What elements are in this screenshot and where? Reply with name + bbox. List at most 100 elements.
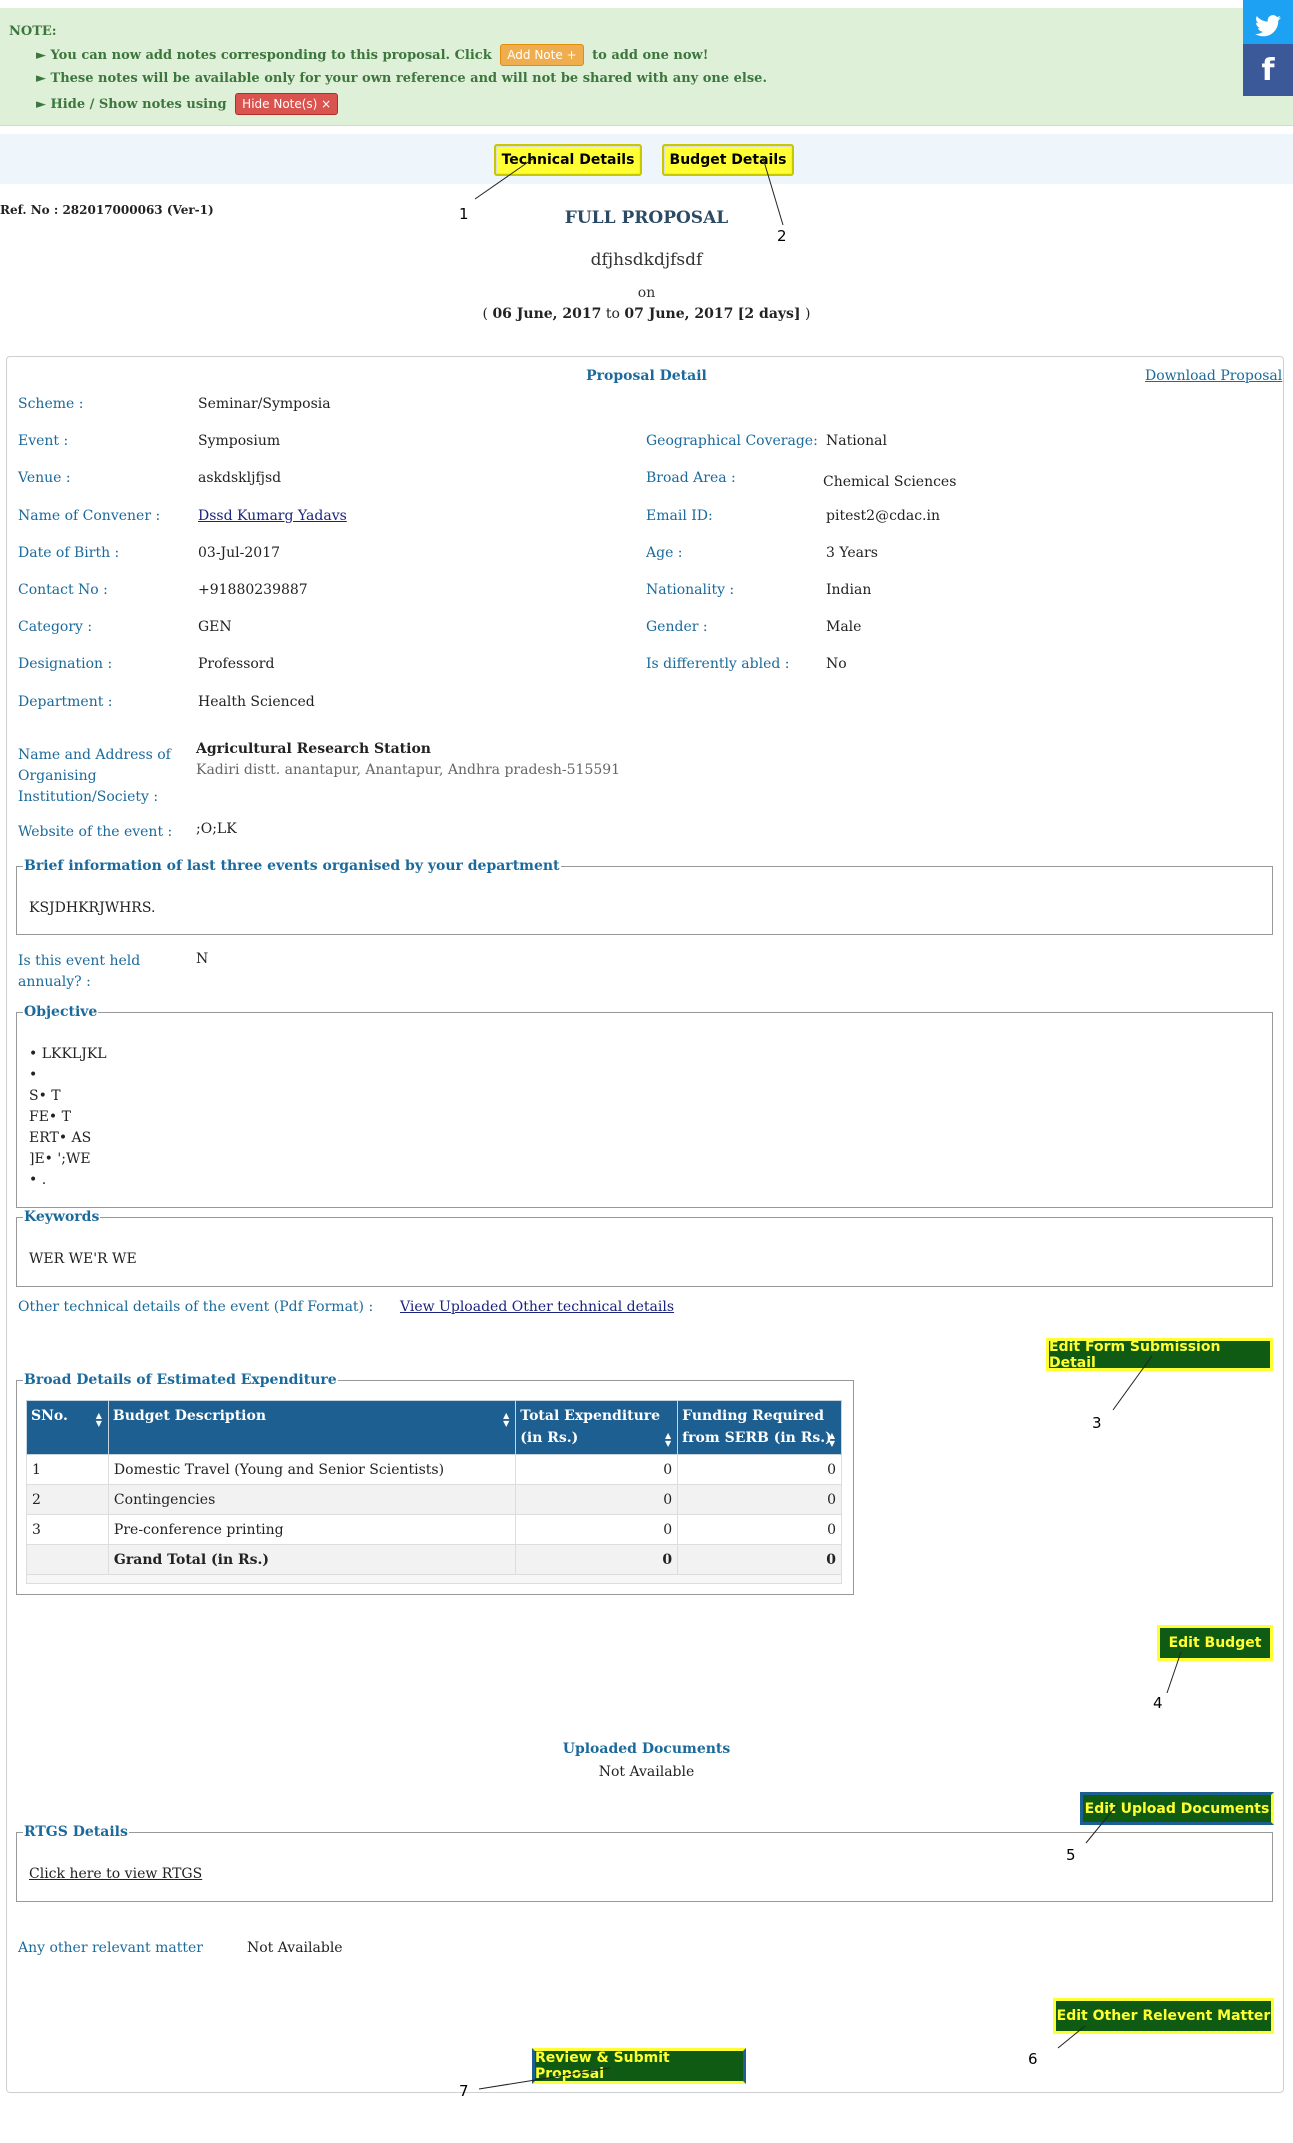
- callout-2: 2: [777, 227, 787, 245]
- table-row: 3 Pre-conference printing 0 0: [26, 1514, 842, 1545]
- hide-notes-button[interactable]: Hide Note(s) ×: [235, 93, 339, 115]
- geo-coverage-value: National: [826, 433, 887, 449]
- category-label: Category :: [18, 619, 93, 635]
- facebook-button[interactable]: f: [1243, 44, 1293, 96]
- website-value: ;O;LK: [196, 821, 237, 837]
- keywords-legend: Keywords: [24, 1209, 100, 1225]
- callout-4: 4: [1153, 1694, 1163, 1712]
- convener-label: Name of Convener :: [18, 508, 161, 524]
- objective-box: Objective • LKKLJKL • S• T FE• T ERT• AS…: [16, 1004, 1273, 1208]
- contact-label: Contact No :: [18, 582, 108, 598]
- estimated-expenditure-legend: Broad Details of Estimated Expenditure: [24, 1372, 337, 1388]
- venue-value: askdskljfjsd: [198, 470, 282, 486]
- download-proposal-link[interactable]: Download Proposal: [1145, 368, 1282, 384]
- annual-event-value: N: [196, 951, 209, 967]
- edit-form-submission-button[interactable]: Edit Form Submission Detail: [1046, 1338, 1273, 1371]
- brief-info-legend: Brief information of last three events o…: [24, 858, 560, 874]
- uploaded-documents-heading: Uploaded Documents: [562, 1741, 731, 1757]
- event-label: Event :: [18, 433, 69, 449]
- date-range: ( 06 June, 2017 to 07 June, 2017 [2 days…: [482, 306, 811, 322]
- sort-icon: ▲ ▼: [503, 1410, 510, 1428]
- other-tech-label: Other technical details of the event (Pd…: [18, 1299, 374, 1315]
- callout-6: 6: [1028, 2050, 1038, 2068]
- differently-abled-value: No: [826, 656, 847, 672]
- brief-info-text: KSJDHKRJWHRS.: [29, 900, 156, 916]
- age-value: 3 Years: [826, 545, 878, 561]
- institution-address: Kadiri distt. anantapur, Anantapur, Andh…: [196, 762, 621, 778]
- dob-value: 03-Jul-2017: [198, 545, 281, 561]
- scheme-value: Seminar/Symposia: [198, 396, 331, 412]
- table-footer-row: [26, 1574, 842, 1584]
- review-submit-button[interactable]: Review & Submit Proposal: [532, 2048, 746, 2084]
- keywords-text: WER WE'R WE: [29, 1251, 137, 1267]
- age-label: Age :: [646, 545, 683, 561]
- note-line-hide: ► Hide / Show notes using Hide Note(s) ×: [36, 93, 342, 115]
- designation-value: Professord: [198, 656, 275, 672]
- sort-icon: ▲ ▼: [665, 1430, 672, 1448]
- callout-1: 1: [459, 205, 469, 223]
- grand-total-row: Grand Total (in Rs.) 0 0: [26, 1544, 842, 1575]
- note-banner: NOTE: ► You can now add notes correspond…: [0, 8, 1293, 126]
- tab-technical-details[interactable]: Technical Details: [494, 144, 642, 176]
- nationality-value: Indian: [826, 582, 872, 598]
- contact-value: +91880239887: [198, 582, 308, 598]
- sort-icon: ▲ ▼: [828, 1430, 835, 1448]
- institution-label: Name and Address of Organising Instituti…: [18, 747, 171, 805]
- other-matter-label: Any other relevant matter: [18, 1940, 203, 1956]
- keywords-box: Keywords WER WE'R WE: [16, 1209, 1273, 1287]
- callout-5: 5: [1066, 1846, 1076, 1864]
- note-line-add: ► You can now add notes corresponding to…: [36, 44, 708, 66]
- other-matter-value: Not Available: [247, 1940, 343, 1956]
- category-value: GEN: [198, 619, 232, 635]
- geo-coverage-label: Geographical Coverage:: [646, 433, 818, 449]
- convener-name-link[interactable]: Dssd Kumarg Yadavs: [198, 508, 347, 524]
- view-rtgs-link[interactable]: Click here to view RTGS: [29, 1864, 202, 1885]
- note-title: NOTE:: [9, 24, 57, 39]
- note-line-private: ► These notes will be available only for…: [36, 71, 767, 86]
- col-funding-required[interactable]: Funding Required from SERB (in Rs.) ▲ ▼: [677, 1400, 842, 1455]
- broad-area-label: Broad Area :: [646, 470, 736, 486]
- edit-other-matter-button[interactable]: Edit Other Relevent Matter: [1053, 1998, 1274, 2034]
- callout-3: 3: [1092, 1414, 1102, 1432]
- nationality-label: Nationality :: [646, 582, 735, 598]
- dob-label: Date of Birth :: [18, 545, 120, 561]
- objective-legend: Objective: [24, 1004, 98, 1020]
- twitter-icon: [1255, 15, 1281, 37]
- email-label: Email ID:: [646, 508, 713, 524]
- col-total-expenditure[interactable]: Total Expenditure (in Rs.) ▲ ▼: [515, 1400, 679, 1455]
- event-value: Symposium: [198, 433, 281, 449]
- table-row: 2 Contingencies 0 0: [26, 1484, 842, 1515]
- department-value: Health Scienced: [198, 694, 315, 710]
- facebook-icon: f: [1261, 52, 1275, 88]
- table-row: 1 Domestic Travel (Young and Senior Scie…: [26, 1454, 842, 1485]
- differently-abled-label: Is differently abled :: [646, 656, 790, 672]
- proposal-title: dfjhsdkdjfsdf: [590, 250, 703, 270]
- on-label: on: [637, 285, 656, 301]
- tab-strip: [0, 134, 1293, 184]
- proposal-detail-heading: Proposal Detail: [586, 368, 707, 384]
- col-budget-description[interactable]: Budget Description ▲ ▼: [107, 1400, 517, 1455]
- rtgs-legend: RTGS Details: [24, 1824, 128, 1840]
- website-label: Website of the event :: [18, 824, 173, 840]
- annual-event-label: Is this event held annualy? :: [18, 953, 141, 990]
- email-value: pitest2@cdac.in: [826, 508, 941, 524]
- edit-budget-button[interactable]: Edit Budget: [1157, 1625, 1273, 1661]
- venue-label: Venue :: [18, 470, 71, 486]
- callout-7: 7: [459, 2082, 469, 2100]
- budget-table-header: SNo. ▲ ▼ Budget Description ▲ ▼ Total Expend…: [26, 1400, 842, 1455]
- brief-info-box: Brief information of last three events o…: [16, 858, 1273, 935]
- scheme-label: Scheme :: [18, 396, 84, 412]
- col-sno[interactable]: SNo. ▲ ▼: [26, 1400, 109, 1455]
- add-note-button[interactable]: Add Note +: [500, 44, 584, 66]
- objective-text: • LKKLJKL • S• T FE• T ERT• AS ]E• ';WE …: [29, 1046, 107, 1188]
- tab-budget-details[interactable]: Budget Details: [662, 144, 794, 176]
- rtgs-box: RTGS Details Click here to view RTGS: [16, 1824, 1273, 1902]
- broad-area-value: Chemical Sciences: [823, 474, 957, 490]
- institution-name: Agricultural Research Station: [196, 741, 431, 757]
- designation-label: Designation :: [18, 656, 113, 672]
- edit-upload-documents-button[interactable]: Edit Upload Documents: [1080, 1792, 1274, 1825]
- page-title: FULL PROPOSAL: [564, 208, 729, 228]
- view-other-tech-link[interactable]: View Uploaded Other technical details: [400, 1299, 674, 1315]
- sort-icon: ▲ ▼: [95, 1410, 102, 1428]
- gender-value: Male: [826, 619, 862, 635]
